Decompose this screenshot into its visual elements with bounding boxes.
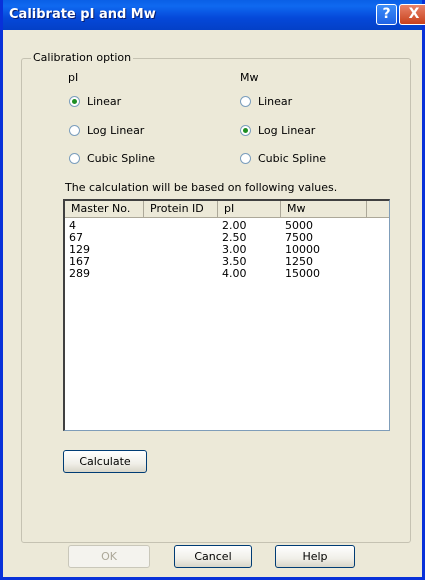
radio-label: Linear: [258, 95, 293, 108]
radio-indicator[interactable]: [69, 96, 80, 107]
pi-radio-linear[interactable]: Linear: [69, 95, 121, 108]
title-help-button[interactable]: ?: [376, 4, 397, 25]
window-title: Calibrate pI and Mw: [9, 7, 156, 22]
cell-pi: 4.00: [222, 267, 247, 280]
calibration-group-label: Calibration option: [31, 51, 134, 64]
mw-radio-linear[interactable]: Linear: [240, 95, 292, 108]
radio-label: Log Linear: [87, 124, 145, 137]
mw-radio-cubic-spline[interactable]: Cubic Spline: [240, 152, 326, 165]
table-row[interactable]: 289 4.00 15000: [65, 268, 389, 280]
mw-radio-log-linear[interactable]: Log Linear: [240, 124, 315, 137]
radio-label: Linear: [87, 95, 122, 108]
listview-header: Master No. Protein ID pI Mw: [65, 201, 389, 218]
radio-label: Cubic Spline: [87, 152, 156, 165]
listview-rows: 4 2.00 5000 67 2.50 7500 129 3.00 10000 167 3.50 12…: [65, 220, 389, 280]
help-button[interactable]: Help: [275, 545, 355, 568]
cell-protein-id: [144, 244, 218, 256]
calculate-button[interactable]: Calculate: [63, 450, 147, 473]
pi-column-label: pI: [68, 71, 79, 84]
cell-protein-id: [144, 220, 218, 232]
cancel-button[interactable]: Cancel: [174, 545, 252, 568]
radio-indicator[interactable]: [69, 153, 80, 164]
pi-radio-log-linear[interactable]: Log Linear: [69, 124, 144, 137]
cell-protein-id: [144, 232, 218, 244]
ok-button[interactable]: OK: [68, 545, 150, 568]
values-listview[interactable]: Master No. Protein ID pI Mw 4 2.00 5000 67 2…: [63, 199, 390, 431]
radio-indicator[interactable]: [240, 153, 251, 164]
radio-indicator[interactable]: [240, 125, 251, 136]
cell-mw: 15000: [285, 267, 320, 280]
mw-column-label: Mw: [240, 71, 259, 84]
radio-indicator[interactable]: [240, 96, 251, 107]
pi-radio-cubic-spline[interactable]: Cubic Spline: [69, 152, 155, 165]
title-close-button[interactable]: X: [399, 4, 425, 25]
radio-label: Log Linear: [258, 124, 316, 137]
column-header-filler: [367, 201, 389, 218]
radio-label: Cubic Spline: [258, 152, 327, 165]
column-header-mw[interactable]: Mw: [281, 201, 367, 218]
cell-protein-id: [144, 268, 218, 280]
cell-protein-id: [144, 256, 218, 268]
cell-master-no: 289: [69, 267, 90, 280]
title-bar[interactable]: Calibrate pI and Mw ? X: [3, 0, 425, 30]
calculation-info-text: The calculation will be based on followi…: [65, 181, 338, 194]
column-header-protein-id[interactable]: Protein ID: [144, 201, 218, 218]
column-header-pi[interactable]: pI: [218, 201, 281, 218]
radio-indicator[interactable]: [69, 125, 80, 136]
column-header-master-no[interactable]: Master No.: [65, 201, 144, 218]
